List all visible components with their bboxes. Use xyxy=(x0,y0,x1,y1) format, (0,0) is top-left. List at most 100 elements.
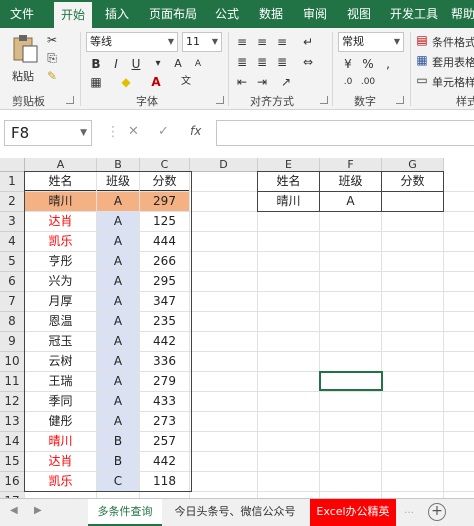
lookup-score-cell[interactable] xyxy=(382,192,443,211)
table-cell-class[interactable]: A xyxy=(97,412,139,431)
bold-icon[interactable]: B xyxy=(88,56,104,72)
align-left-icon[interactable]: ≣ xyxy=(234,54,250,70)
font-color-icon[interactable]: A xyxy=(148,74,164,90)
row-header-3[interactable]: 3 xyxy=(0,212,25,232)
table-cell-class[interactable]: B xyxy=(97,452,139,471)
format-as-table-button[interactable]: ▦ 套用表格 xyxy=(414,52,474,70)
column-header-b[interactable]: B xyxy=(97,158,140,172)
copy-icon[interactable]: ⎘ xyxy=(44,50,60,66)
table-cell-name[interactable]: 晴川 xyxy=(25,432,96,451)
table-header-cell[interactable]: 分数 xyxy=(140,172,189,191)
align-middle-icon[interactable]: ≡ xyxy=(254,34,270,50)
column-header-f[interactable]: F xyxy=(320,158,382,172)
table-cell-score[interactable]: 118 xyxy=(140,472,189,491)
table-cell-name[interactable]: 达肖 xyxy=(25,452,96,471)
column-header-c[interactable]: C xyxy=(140,158,190,172)
tab-insert[interactable]: 插入 xyxy=(100,0,134,28)
table-cell-name[interactable]: 兴为 xyxy=(25,272,96,291)
table-cell-score[interactable]: 125 xyxy=(140,212,189,231)
table-cell-score[interactable]: 444 xyxy=(140,232,189,251)
scroll-left-icon[interactable]: ◀ xyxy=(10,505,18,516)
column-header-a[interactable]: A xyxy=(25,158,97,172)
increase-font-icon[interactable]: A xyxy=(170,56,186,72)
lookup-header-cell[interactable]: 姓名 xyxy=(258,172,319,191)
currency-icon[interactable]: ¥ xyxy=(340,56,356,72)
table-cell-class[interactable]: B xyxy=(97,432,139,451)
dropdown-arrow-icon[interactable]: ▾ xyxy=(150,56,166,72)
table-cell-name[interactable]: 云树 xyxy=(25,352,96,371)
row-header-1[interactable]: 1 xyxy=(0,172,25,192)
table-cell-score[interactable]: 336 xyxy=(140,352,189,371)
row-header-14[interactable]: 14 xyxy=(0,432,25,452)
phonetic-icon[interactable]: 文 xyxy=(178,74,194,90)
row-header-9[interactable]: 9 xyxy=(0,332,25,352)
table-cell-name[interactable]: 季同 xyxy=(25,392,96,411)
cancel-icon[interactable]: ✕ xyxy=(128,124,139,139)
table-cell-name[interactable]: 达肖 xyxy=(25,212,96,231)
select-all-corner[interactable] xyxy=(0,158,25,172)
tab-file[interactable]: 文件 xyxy=(0,0,44,28)
clipboard-launcher-icon[interactable] xyxy=(66,96,74,104)
font-size-select[interactable]: 11 ▼ xyxy=(182,32,222,52)
table-cell-class[interactable]: A xyxy=(97,232,139,251)
table-cell-name[interactable]: 恩温 xyxy=(25,312,96,331)
table-cell-score[interactable]: 273 xyxy=(140,412,189,431)
formula-input[interactable] xyxy=(216,120,474,146)
number-launcher-icon[interactable] xyxy=(396,96,404,104)
row-header-13[interactable]: 13 xyxy=(0,412,25,432)
table-cell-name[interactable]: 凯乐 xyxy=(25,472,96,491)
underline-icon[interactable]: U xyxy=(128,56,144,72)
table-cell-class[interactable]: C xyxy=(97,472,139,491)
comma-icon[interactable]: , xyxy=(380,56,396,72)
row-header-4[interactable]: 4 xyxy=(0,232,25,252)
paste-button[interactable]: 粘贴 xyxy=(10,32,40,88)
table-cell-class[interactable]: A xyxy=(97,372,139,391)
row-header-7[interactable]: 7 xyxy=(0,292,25,312)
font-name-select[interactable]: 等线 ▼ xyxy=(86,32,178,52)
lookup-header-cell[interactable]: 分数 xyxy=(382,172,443,191)
table-cell-class[interactable]: A xyxy=(97,312,139,331)
font-launcher-icon[interactable] xyxy=(216,96,224,104)
lookup-name-cell[interactable]: 晴川 xyxy=(258,192,319,211)
align-bottom-icon[interactable]: ≡ xyxy=(274,34,290,50)
tab-developer[interactable]: 开发工具 xyxy=(386,0,442,28)
table-cell-class[interactable]: A xyxy=(97,292,139,311)
tab-review[interactable]: 审阅 xyxy=(298,0,332,28)
tab-view[interactable]: 视图 xyxy=(342,0,376,28)
table-cell-class[interactable]: A xyxy=(97,192,139,211)
table-cell-score[interactable]: 433 xyxy=(140,392,189,411)
row-header-16[interactable]: 16 xyxy=(0,472,25,492)
row-header-6[interactable]: 6 xyxy=(0,272,25,292)
row-header-11[interactable]: 11 xyxy=(0,372,25,392)
table-cell-name[interactable]: 月厚 xyxy=(25,292,96,311)
wrap-text-icon[interactable]: ↵ xyxy=(300,34,316,50)
lookup-class-cell[interactable]: A xyxy=(320,192,381,211)
table-cell-name[interactable]: 王瑞 xyxy=(25,372,96,391)
column-header-e[interactable]: E xyxy=(258,158,320,172)
table-cell-score[interactable]: 235 xyxy=(140,312,189,331)
decrease-font-icon[interactable]: A xyxy=(190,56,206,72)
column-header-d[interactable]: D xyxy=(190,158,258,172)
orientation-icon[interactable]: ↗ xyxy=(278,74,294,90)
align-top-icon[interactable]: ≡ xyxy=(234,34,250,50)
row-header-5[interactable]: 5 xyxy=(0,252,25,272)
cut-icon[interactable]: ✂ xyxy=(44,32,60,48)
row-header-10[interactable]: 10 xyxy=(0,352,25,372)
italic-icon[interactable]: I xyxy=(108,56,124,72)
lookup-header-cell[interactable]: 班级 xyxy=(320,172,381,191)
table-header-cell[interactable]: 姓名 xyxy=(25,172,96,191)
add-sheet-icon[interactable]: + xyxy=(428,503,446,521)
increase-decimal-icon[interactable]: .0 xyxy=(340,74,356,90)
row-header-12[interactable]: 12 xyxy=(0,392,25,412)
table-cell-class[interactable]: A xyxy=(97,272,139,291)
table-cell-name[interactable]: 冠玉 xyxy=(25,332,96,351)
table-cell-score[interactable]: 266 xyxy=(140,252,189,271)
cell-styles-button[interactable]: ▭ 单元格样 xyxy=(414,72,474,90)
tab-home[interactable]: 开始 xyxy=(54,2,92,28)
function-icon[interactable]: fx xyxy=(190,124,201,138)
sheet-tab-multi-query[interactable]: 多条件查询 xyxy=(88,499,162,526)
table-cell-class[interactable]: A xyxy=(97,212,139,231)
table-cell-name[interactable]: 凯乐 xyxy=(25,232,96,251)
percent-icon[interactable]: % xyxy=(360,56,376,72)
fill-color-icon[interactable]: ◆ xyxy=(118,74,134,90)
